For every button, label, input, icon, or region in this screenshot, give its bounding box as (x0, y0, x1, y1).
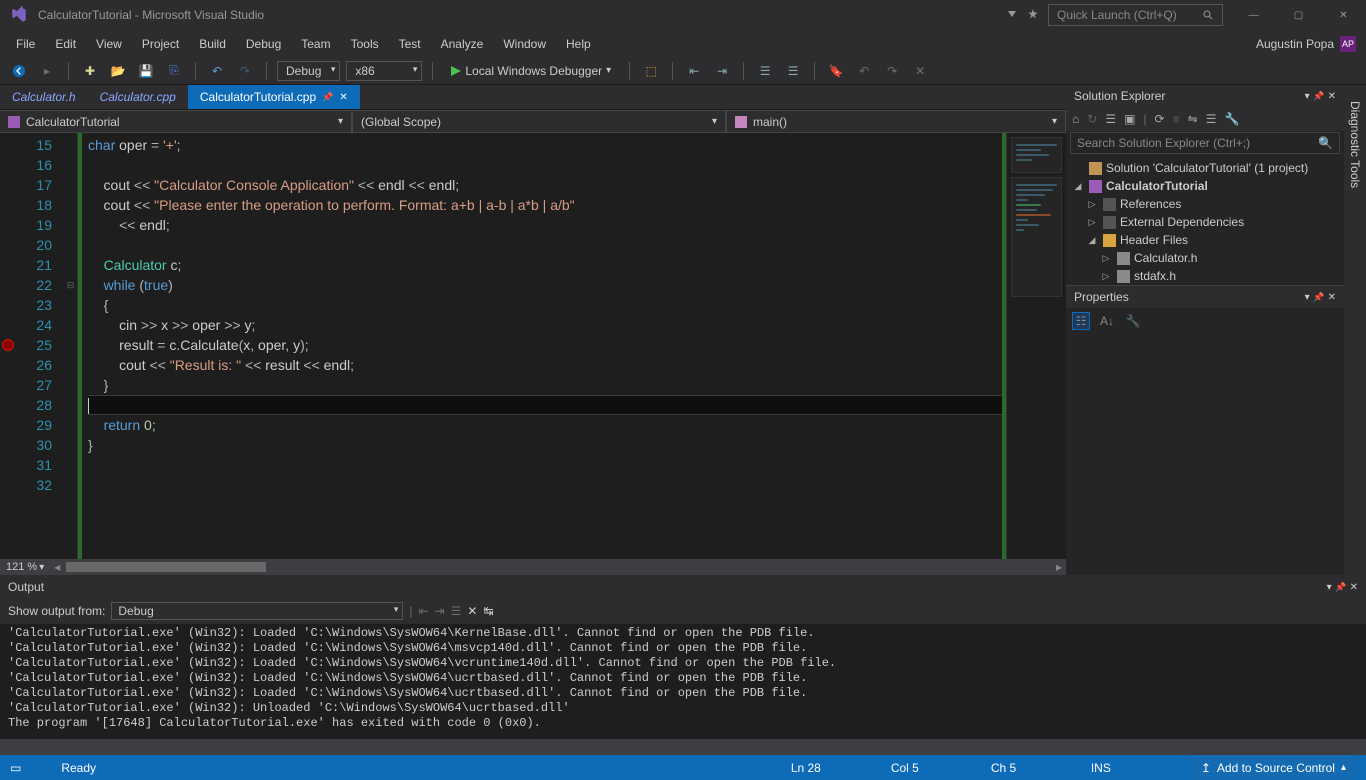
tree-calculatortutorial[interactable]: ◢CalculatorTutorial (1066, 177, 1344, 195)
avatar: AP (1340, 36, 1356, 52)
tree-references[interactable]: ▷References (1066, 195, 1344, 213)
props-close-icon[interactable]: ✕ (1328, 292, 1336, 303)
hex-button[interactable]: ⬚ (640, 60, 662, 82)
props-categorized-button[interactable]: ☷ (1072, 312, 1090, 330)
solution-tree: Solution 'CalculatorTutorial' (1 project… (1066, 155, 1344, 285)
props-alpha-button[interactable]: A↓ (1098, 312, 1116, 330)
output-panel: Output ▾ 📌 ✕ Show output from: Debug | ⇤… (0, 575, 1366, 755)
tree-external-dependencies[interactable]: ▷External Dependencies (1066, 213, 1344, 231)
se-home-icon[interactable]: ⌂ (1072, 112, 1079, 126)
bm-clear-button[interactable]: ✕ (909, 60, 931, 82)
editor-area: Calculator.hCalculator.cppCalculatorTuto… (0, 85, 1066, 575)
feedback-down-icon[interactable] (1006, 9, 1018, 21)
bm-next-button[interactable]: ↷ (881, 60, 903, 82)
menu-file[interactable]: File (6, 33, 45, 55)
breakpoint-marker[interactable] (2, 339, 14, 351)
props-pages-button[interactable]: 🔧 (1124, 312, 1142, 330)
scope-nav-combo[interactable]: (Global Scope)▾ (352, 110, 726, 133)
tab-calculatortutorial-cpp[interactable]: CalculatorTutorial.cpp📌✕ (188, 85, 360, 109)
vs-logo-icon (10, 6, 28, 24)
notification-icon[interactable] (1026, 8, 1040, 22)
minimize-button[interactable]: — (1231, 0, 1276, 30)
save-button[interactable]: 💾 (135, 60, 157, 82)
menu-edit[interactable]: Edit (45, 33, 86, 55)
menu-help[interactable]: Help (556, 33, 601, 55)
menu-analyze[interactable]: Analyze (431, 33, 494, 55)
tab-calculator-cpp[interactable]: Calculator.cpp (88, 85, 188, 109)
redo-button[interactable]: ↷ (234, 60, 256, 82)
window-title: CalculatorTutorial - Microsoft Visual St… (38, 8, 1006, 22)
save-all-button[interactable]: ⎘ (163, 60, 185, 82)
bm-prev-button[interactable]: ↶ (853, 60, 875, 82)
quick-launch-input[interactable]: Quick Launch (Ctrl+Q) (1048, 4, 1223, 26)
output-title: Output ▾ 📌 ✕ (0, 576, 1366, 598)
tab-calculator-h[interactable]: Calculator.h (0, 85, 88, 109)
zoom-level[interactable]: 121 %▾ (0, 561, 50, 573)
undo-button[interactable]: ↶ (206, 60, 228, 82)
output-dropdown-icon[interactable]: ▾ (1327, 582, 1332, 593)
tree-header-files[interactable]: ◢Header Files (1066, 231, 1344, 249)
output-from-label: Show output from: (8, 604, 105, 618)
editor-h-scrollbar[interactable]: 121 %▾ ◂ ▸ (0, 559, 1066, 575)
user-account[interactable]: Augustin Popa AP (1256, 36, 1356, 52)
platform-combo[interactable]: x86 (346, 61, 422, 81)
indent-button[interactable]: ⇥ (711, 60, 733, 82)
properties-header: Properties ▾ 📌 ✕ (1066, 286, 1344, 308)
open-file-button[interactable]: 📂 (107, 60, 129, 82)
menu-team[interactable]: Team (291, 33, 340, 55)
menu-debug[interactable]: Debug (236, 33, 291, 55)
se-close-icon[interactable]: ✕ (1328, 91, 1336, 102)
se-pin-icon[interactable]: 📌 (1313, 91, 1324, 102)
menu-bar: FileEditViewProjectBuildDebugTeamToolsTe… (0, 30, 1366, 57)
menu-test[interactable]: Test (389, 33, 431, 55)
nav-back-button[interactable] (8, 60, 30, 82)
output-h-scrollbar[interactable] (0, 739, 1366, 755)
minimap[interactable] (1006, 133, 1066, 559)
tree-solution-calculatortutorial-1-project-[interactable]: Solution 'CalculatorTutorial' (1 project… (1066, 159, 1344, 177)
props-pin-icon[interactable]: 📌 (1313, 292, 1324, 303)
new-file-button[interactable]: ✚ (79, 60, 101, 82)
tree-calculator-h[interactable]: ▷Calculator.h (1066, 249, 1344, 267)
outdent-button[interactable]: ⇤ (683, 60, 705, 82)
comment-button[interactable]: ☰ (754, 60, 776, 82)
nav-bar: CalculatorTutorial▾ (Global Scope)▾ main… (0, 109, 1066, 133)
bookmark-button[interactable]: 🔖 (825, 60, 847, 82)
member-nav-combo[interactable]: main()▾ (726, 110, 1066, 133)
output-toolbar: Show output from: Debug | ⇤⇥☰ ✕↹ (0, 598, 1366, 624)
props-toolbar: ☷ A↓ 🔧 (1066, 308, 1344, 334)
se-dropdown-icon[interactable]: ▾ (1305, 91, 1310, 102)
output-close-icon[interactable]: ✕ (1350, 582, 1358, 593)
output-source-combo[interactable]: Debug (111, 602, 403, 620)
menu-project[interactable]: Project (132, 33, 189, 55)
output-pin-icon[interactable]: 📌 (1335, 582, 1346, 593)
search-icon (1202, 9, 1214, 21)
configuration-combo[interactable]: Debug (277, 61, 340, 81)
right-dock: Diagnostic Tools (1344, 85, 1366, 575)
nav-fwd-button[interactable]: ▸ (36, 60, 58, 82)
solution-explorer-header: Solution Explorer ▾ 📌 ✕ (1066, 85, 1344, 107)
tree-stdafx-h[interactable]: ▷stdafx.h (1066, 267, 1344, 285)
menu-tools[interactable]: Tools (341, 33, 389, 55)
uncomment-button[interactable]: ☰ (782, 60, 804, 82)
close-button[interactable]: ✕ (1321, 0, 1366, 30)
menu-window[interactable]: Window (493, 33, 556, 55)
props-dropdown-icon[interactable]: ▾ (1305, 292, 1310, 303)
code-editor[interactable]: 151617181920212223242526272829303132 ⊟ c… (0, 133, 1066, 559)
se-search-input[interactable]: Search Solution Explorer (Ctrl+;)🔍 (1070, 132, 1340, 154)
menu-build[interactable]: Build (189, 33, 236, 55)
maximize-button[interactable]: ▢ (1276, 0, 1321, 30)
start-debugging-button[interactable]: Local Windows Debugger ▾ (443, 62, 619, 80)
menu-view[interactable]: View (86, 33, 132, 55)
editor-tabs: Calculator.hCalculator.cppCalculatorTuto… (0, 85, 1066, 109)
title-bar: CalculatorTutorial - Microsoft Visual St… (0, 0, 1366, 30)
type-nav-combo[interactable]: CalculatorTutorial▾ (0, 110, 352, 133)
diagnostic-tools-tab[interactable]: Diagnostic Tools (1346, 95, 1364, 194)
se-toolbar: ⌂ ↻☰▣| ⟳≡⇋☰🔧 (1066, 107, 1344, 131)
output-text[interactable]: 'CalculatorTutorial.exe' (Win32): Loaded… (0, 624, 1366, 739)
main-toolbar: ▸ ✚ 📂 💾 ⎘ ↶ ↷ Debug x86 Local Windows De… (0, 57, 1366, 85)
